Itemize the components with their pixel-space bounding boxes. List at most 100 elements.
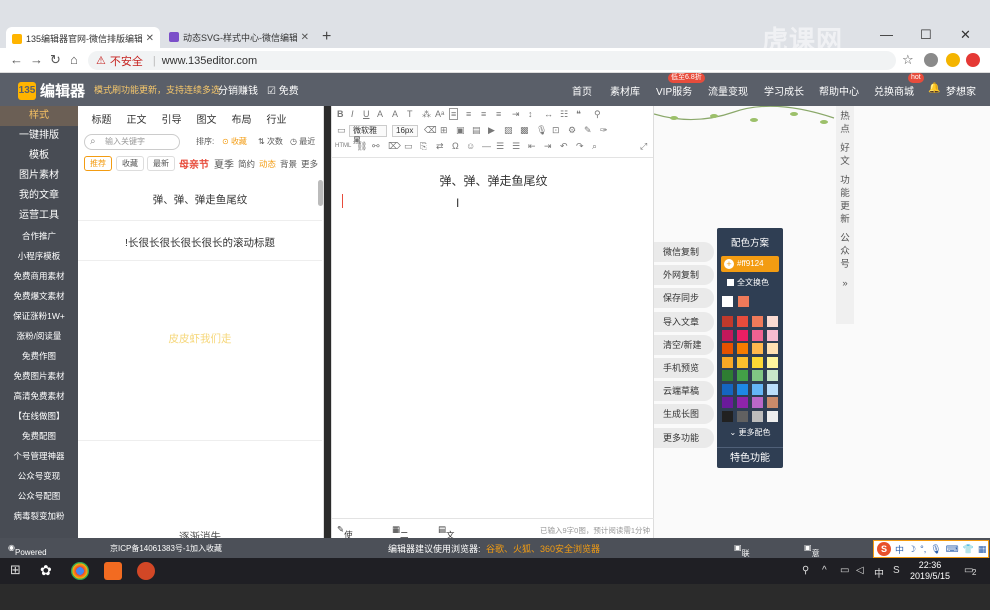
sidebar-item[interactable]: 小程序模板 [0,246,78,266]
sidebar-item[interactable]: 保证涨粉1W+ [0,306,78,326]
align-left-icon[interactable]: ≡ [449,108,459,120]
brush-icon[interactable]: ✑ [600,125,608,136]
signature-button[interactable]: ✎ 使用签名 [337,524,353,576]
ime-mic-icon[interactable]: 🎙 [930,544,941,555]
eraser-icon[interactable]: ⌫ [424,125,437,136]
qrcode-button[interactable]: ▦ 二维码 [392,524,409,564]
font-size-select[interactable]: 16px [392,125,418,137]
nav-materials[interactable]: 素材库 [610,83,640,98]
color-swatch[interactable] [767,316,778,327]
color-swatch[interactable] [737,383,748,395]
template-card[interactable]: 弹、弹、弹走鱼尾纹 [78,178,322,220]
table-icon[interactable]: ⊞ [440,125,448,136]
spacing-icon[interactable]: ↔ [544,109,553,119]
tab-industry[interactable]: 行业 [259,111,294,126]
link-icon[interactable]: ⚲ [594,109,601,120]
sidebar-item[interactable]: 免费配图 [0,426,78,446]
user-name[interactable]: 梦想家 [946,83,976,98]
color-swatch[interactable] [722,356,733,368]
unordered-list-icon[interactable]: ☰ [512,141,520,152]
ime-tray-icon[interactable]: S [893,565,900,576]
color-swatch[interactable] [752,383,763,395]
vertical-link[interactable]: 热点 [836,110,854,136]
back-icon[interactable]: ← [10,52,23,67]
ime-keyboard-icon[interactable]: ⌨ [946,544,959,555]
text-direction-icon[interactable]: ⇄ [436,141,444,152]
sidebar-item[interactable]: 我的文章 [0,186,78,206]
emoji-image-icon[interactable]: ▩ [520,125,529,136]
sort-favorites[interactable]: ⊙ 收藏 [222,136,247,147]
color-swatch[interactable] [722,397,733,408]
redo-icon[interactable]: ↷ [576,141,584,152]
url-field[interactable]: ⚠ 不安全 | www.135editor.com [88,51,896,70]
color-swatch[interactable] [737,316,748,327]
side-action-button[interactable]: 云端草稿 [654,381,714,402]
ime-toolbar[interactable]: S 中 ☽ °, 🎙 ⌨ 👕 ▦ [873,540,989,558]
side-action-button[interactable]: 外网复制 [654,265,714,286]
format-icon[interactable]: ⁂ [422,109,431,120]
html-icon[interactable]: HTML [335,143,351,149]
color-hex-field[interactable]: + #ff9124 [721,256,779,272]
search-replace-icon[interactable]: ⌕ [592,141,597,152]
vertical-link[interactable]: » [836,277,854,290]
ime-moon-icon[interactable]: ☽ [908,544,916,555]
filter-newest[interactable]: 最新 [147,156,175,171]
color-swatch[interactable] [767,356,778,368]
tab-guide[interactable]: 引导 [154,111,189,126]
nav-shop[interactable]: 兑换商城 [874,83,914,98]
sidebar-item[interactable]: 高清免费素材 [0,386,78,406]
color-swatch[interactable] [737,370,748,381]
font-color-icon[interactable]: A [377,109,383,119]
bookmark-star-icon[interactable]: ☆ [902,52,914,68]
windows-start-icon[interactable]: ⊞ [10,562,21,578]
color-swatch[interactable] [767,343,778,354]
template-scrollbar[interactable] [318,180,323,206]
hr-icon[interactable]: — [482,141,491,151]
align-center-icon[interactable]: ≡ [466,109,471,119]
ime-skin-icon[interactable]: 👕 [963,544,974,555]
gallery-icon[interactable]: ▤ [472,125,481,136]
new-tab-button[interactable]: + [322,28,331,46]
add-favorite-link[interactable]: 加入收藏 [190,543,222,554]
nav-monetize[interactable]: 流量变现 [708,83,748,98]
color-swatch[interactable] [752,410,763,422]
network-icon[interactable]: ▭ [840,565,849,576]
color-swatch[interactable] [722,316,733,327]
sidebar-item[interactable]: 公众号配图 [0,486,78,506]
template-search-input[interactable]: ⌕ 输入关键字 [84,134,180,150]
nav-home[interactable]: 首页 [572,83,592,98]
color-swatch[interactable] [737,343,748,354]
unlink-icon[interactable]: ⚯ [372,141,380,152]
close-tab-icon[interactable]: ✕ [301,32,309,43]
outdent-icon[interactable]: ⇤ [528,141,536,152]
list-icon[interactable]: ☷ [560,109,568,120]
color-swatch[interactable] [752,316,763,327]
sidebar-item[interactable]: 病毒裂变加粉 [0,506,78,526]
all-change-checkbox[interactable]: 全文换色 [727,277,769,288]
color-swatch[interactable] [767,397,778,408]
font-size-icon[interactable]: Aᵃ [435,109,444,119]
sidebar-item[interactable]: 运营工具 [0,206,78,226]
extension-icon[interactable] [966,53,980,67]
tab-body[interactable]: 正文 [119,111,154,126]
sidebar-item[interactable]: 免费商用素材 [0,266,78,286]
photo-icon[interactable]: ▨ [504,125,513,136]
bell-icon[interactable]: 🔔 [928,83,940,94]
browser-list[interactable]: 谷歌、火狐、360安全浏览器 [486,542,600,555]
tab-title[interactable]: 标题 [84,111,119,126]
tray-chevron-icon[interactable]: ^ [822,565,827,576]
line-height-icon[interactable]: ↕ [528,109,533,119]
recent-color-swatch[interactable] [722,296,733,307]
tag-dynamic[interactable]: 动态 [259,158,276,170]
sidebar-item[interactable]: 免费作图 [0,346,78,366]
tools-icon[interactable]: ⚙ [568,125,576,136]
special-features-button[interactable]: 特色功能 [717,447,783,468]
filter-recommend[interactable]: 推荐 [84,156,112,171]
tag-simple[interactable]: 简约 [238,158,255,170]
minimize-icon[interactable]: — [880,27,893,42]
image-icon[interactable]: ▣ [456,125,465,136]
side-action-button[interactable]: 更多功能 [654,427,714,448]
side-action-button[interactable]: 生成长图 [654,404,714,425]
template-card[interactable]: 逐渐消失 [78,440,322,543]
color-swatch[interactable] [737,329,748,341]
